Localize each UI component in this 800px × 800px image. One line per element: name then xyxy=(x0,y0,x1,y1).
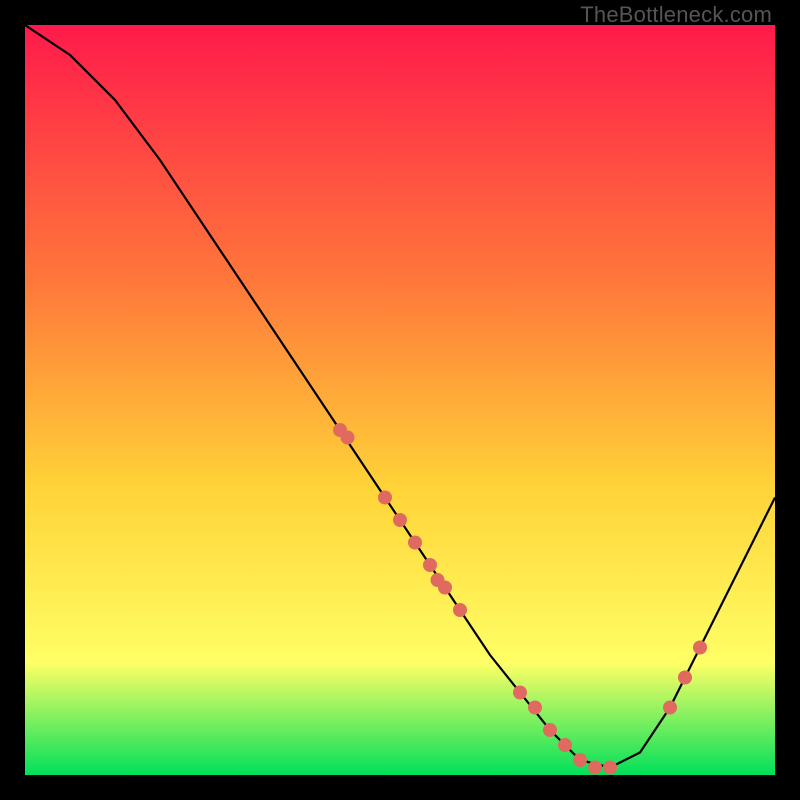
marker-point xyxy=(678,671,692,685)
marker-point xyxy=(378,491,392,505)
marker-point xyxy=(528,701,542,715)
marker-point xyxy=(663,701,677,715)
marker-point xyxy=(588,761,602,775)
marker-point xyxy=(438,581,452,595)
marker-point xyxy=(513,686,527,700)
marker-point xyxy=(603,761,617,775)
marker-point xyxy=(408,536,422,550)
marker-point xyxy=(423,558,437,572)
marker-point xyxy=(543,723,557,737)
gradient-background xyxy=(25,25,775,775)
marker-point xyxy=(453,603,467,617)
bottleneck-chart xyxy=(25,25,775,775)
watermark-text: TheBottleneck.com xyxy=(580,2,772,28)
marker-point xyxy=(341,431,355,445)
marker-point xyxy=(573,753,587,767)
marker-point xyxy=(558,738,572,752)
marker-point xyxy=(393,513,407,527)
marker-point xyxy=(693,641,707,655)
chart-frame xyxy=(25,25,775,775)
